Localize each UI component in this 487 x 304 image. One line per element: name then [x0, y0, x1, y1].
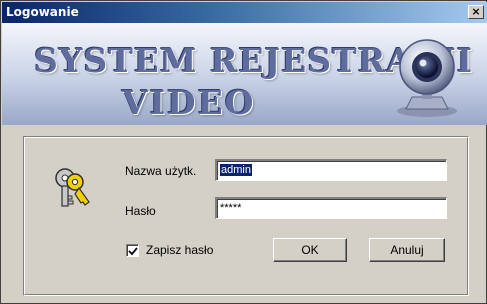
- cancel-button[interactable]: Anuluj: [369, 238, 445, 262]
- remember-password-label[interactable]: Zapisz hasło: [146, 243, 213, 257]
- window-title: Logowanie: [6, 5, 79, 19]
- login-window: Logowanie × SYSTEM REJESTRACJI VIDEO Naz…: [0, 0, 487, 304]
- banner-title-line2: VIDEO: [122, 83, 256, 122]
- keys-icon: [55, 168, 90, 207]
- username-label: Nazwa użytk.: [125, 164, 197, 178]
- password-label: Hasło: [125, 204, 156, 218]
- username-value: admin: [220, 164, 252, 176]
- close-button[interactable]: ×: [468, 5, 484, 19]
- close-icon: ×: [471, 5, 481, 18]
- webcam-icon: [397, 39, 457, 117]
- checkmark-icon: [128, 247, 138, 256]
- banner: SYSTEM REJESTRACJI VIDEO: [2, 23, 487, 125]
- password-field[interactable]: *****: [215, 197, 447, 219]
- title-bar[interactable]: Logowanie ×: [2, 2, 487, 23]
- remember-password-checkbox[interactable]: [126, 244, 139, 257]
- ok-button[interactable]: OK: [273, 238, 347, 262]
- password-value: *****: [220, 202, 242, 214]
- username-field[interactable]: admin: [215, 159, 447, 181]
